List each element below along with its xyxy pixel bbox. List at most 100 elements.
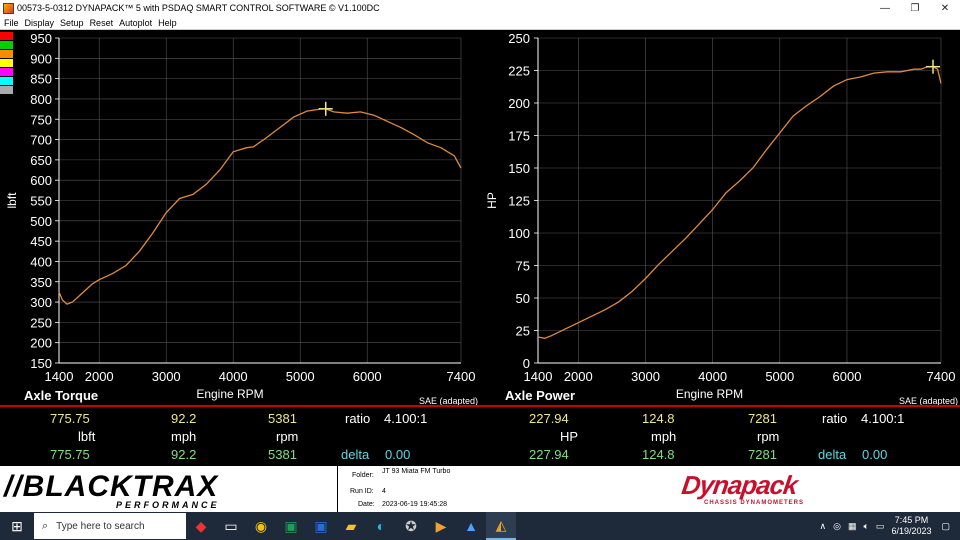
folder-label: Folder: <box>352 472 374 479</box>
y-tick-label: 100 <box>508 226 530 241</box>
dynapack-logo-subtext: CHASSIS DYNAMOMETERS <box>704 500 805 506</box>
menu-display[interactable]: Display <box>25 18 55 28</box>
notification-icon[interactable]: ▢ <box>941 521 950 532</box>
dynapack-taskbar-icon[interactable]: ◭ <box>486 512 516 540</box>
y-tick-label: 800 <box>30 92 52 107</box>
right-rpm-compare: 7281 <box>748 447 777 462</box>
left-torque-value: 775.75 <box>50 411 90 426</box>
excel-icon[interactable]: ▣ <box>276 512 306 540</box>
taskbar-search-box[interactable]: ⌕ Type here to search <box>34 513 186 539</box>
search-icon: ⌕ <box>42 519 49 532</box>
x-tick-label: 7400 <box>447 369 476 384</box>
left-delta-value: 0.00 <box>385 447 411 462</box>
file-explorer-icon[interactable]: ▰ <box>336 512 366 540</box>
right-power-compare: 227.94 <box>529 447 569 462</box>
y-tick-label: 50 <box>516 291 530 306</box>
right-speed-compare: 124.8 <box>642 447 675 462</box>
media-player-icon[interactable]: ▶ <box>426 512 456 540</box>
separator-line <box>0 405 960 407</box>
tray-meet-icon[interactable]: ◎ <box>833 521 841 532</box>
y-tick-label: 750 <box>30 112 52 127</box>
x-tick-label: 5000 <box>765 369 794 384</box>
remote-app-icon[interactable]: ▲ <box>456 512 486 540</box>
y-tick-label: 700 <box>30 133 52 148</box>
y-tick-label: 300 <box>30 295 52 310</box>
news-widget-icon[interactable]: ◆ <box>186 512 216 540</box>
windows-taskbar: ⊞ ⌕ Type here to search ◆ ▭ ◉ ▣ ▣ ▰ ◐ ✪ … <box>0 512 960 540</box>
run-info-panel: Folder: JT 93 Miata FM Turbo Run ID: 4 D… <box>338 466 638 512</box>
menu-help[interactable]: Help <box>158 18 177 28</box>
right-ratio-label: ratio <box>822 411 848 426</box>
right-rpm-value: 7281 <box>748 411 777 426</box>
x-tick-label: 3000 <box>152 369 181 384</box>
left-speed-value: 92.2 <box>171 411 197 426</box>
tray-clock[interactable]: 7:45 PM 6/19/2023 <box>891 515 931 537</box>
date-label: Date: <box>358 501 375 508</box>
maximize-button[interactable]: ❐ <box>900 0 930 16</box>
edge-icon[interactable]: ◐ <box>366 512 396 540</box>
x-tick-label: 1400 <box>45 369 74 384</box>
x-tick-label: 2000 <box>564 369 593 384</box>
close-button[interactable]: ✕ <box>930 0 960 16</box>
right-power-value: 227.94 <box>529 411 569 426</box>
y-tick-label: 25 <box>516 324 530 339</box>
dynapack-logo-text: Dynapack <box>679 470 800 500</box>
x-tick-label: 6000 <box>353 369 382 384</box>
left-rpm-value: 5381 <box>268 411 297 426</box>
y-tick-label: 350 <box>30 275 52 290</box>
right-unit-rpm: rpm <box>757 429 780 444</box>
left-ratio-value: 4.100:1 <box>384 411 428 426</box>
window-title: 00573-5-0312 DYNAPACK™ 5 with PSDAQ SMAR… <box>17 3 380 13</box>
dynapack-window: 00573-5-0312 DYNAPACK™ 5 with PSDAQ SMAR… <box>0 0 960 540</box>
right-ratio-value: 4.100:1 <box>861 411 905 426</box>
left-torque-compare: 775.75 <box>50 447 90 462</box>
run-id-value: 4 <box>382 488 386 495</box>
blacktrax-logo-text: //BLACKTRAX <box>4 470 219 503</box>
menu-file[interactable]: File <box>4 18 19 28</box>
x-tick-label: 4000 <box>698 369 727 384</box>
y-tick-label: 150 <box>508 161 530 176</box>
right-speed-value: 124.8 <box>642 411 675 426</box>
y-tick-label: 250 <box>30 315 52 330</box>
left-unit-torque: lbft <box>78 429 96 444</box>
chrome-icon[interactable]: ◉ <box>246 512 276 540</box>
menu-autoplot[interactable]: Autoplot <box>119 18 152 28</box>
y-tick-label: 450 <box>30 234 52 249</box>
tray-battery-icon[interactable]: ▭ <box>876 521 885 532</box>
tray-chevron-up-icon[interactable]: ∧ <box>820 521 827 532</box>
dynapack-logo: Dynapack CHASSIS DYNAMOMETERS <box>638 466 960 512</box>
tray-network-icon[interactable]: ▦ <box>848 521 857 532</box>
menu-bar: File Display Setup Reset Autoplot Help <box>0 16 960 30</box>
x-tick-label: 1400 <box>524 369 553 384</box>
blacktrax-logo: //BLACKTRAX PERFORMANCE <box>0 466 337 512</box>
task-view-icon[interactable]: ▭ <box>216 512 246 540</box>
left-speed-compare: 92.2 <box>171 447 197 462</box>
date-value: 2023-06-19 19:45:28 <box>382 501 447 508</box>
y-tick-label: 250 <box>508 31 530 46</box>
right-delta-value: 0.00 <box>862 447 888 462</box>
series-line <box>537 65 942 339</box>
dynapack-app-icon <box>3 2 14 14</box>
search-placeholder: Type here to search <box>56 520 145 532</box>
menu-reset[interactable]: Reset <box>90 18 114 28</box>
y-tick-label: 500 <box>30 214 52 229</box>
x-axis-label: Engine RPM <box>196 387 263 401</box>
left-unit-speed: mph <box>171 429 197 444</box>
word-icon[interactable]: ▣ <box>306 512 336 540</box>
y-tick-label: 600 <box>30 173 52 188</box>
windows-start-icon[interactable]: ⊞ <box>0 512 34 540</box>
y-tick-label: 400 <box>30 254 52 269</box>
tuning-app-icon[interactable]: ✪ <box>396 512 426 540</box>
y-tick-label: 950 <box>30 31 52 46</box>
x-tick-label: 3000 <box>631 369 660 384</box>
left-rpm-compare: 5381 <box>268 447 297 462</box>
right-unit-speed: mph <box>651 429 677 444</box>
minimize-button[interactable]: — <box>870 0 900 16</box>
y-tick-label: 75 <box>516 259 530 274</box>
title-bar[interactable]: 00573-5-0312 DYNAPACK™ 5 with PSDAQ SMAR… <box>0 0 960 16</box>
x-tick-label: 6000 <box>833 369 862 384</box>
tray-volume-icon[interactable]: 🔈︎ <box>864 521 869 532</box>
menu-setup[interactable]: Setup <box>60 18 84 28</box>
y-tick-label: 175 <box>508 129 530 144</box>
x-tick-label: 5000 <box>286 369 315 384</box>
